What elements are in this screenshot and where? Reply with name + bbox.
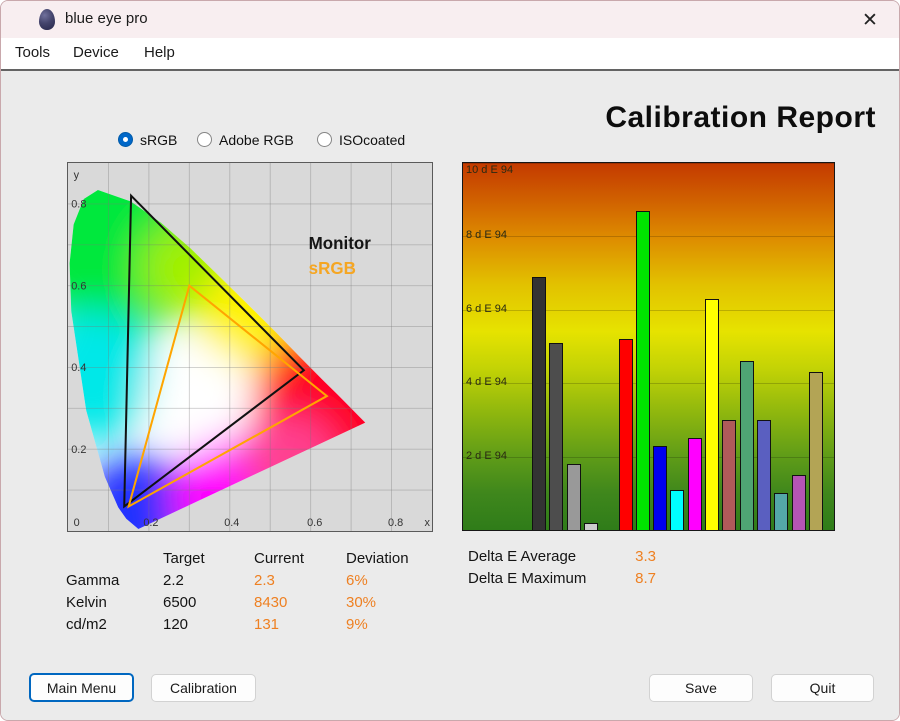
delta-e-bar-blue <box>653 446 667 530</box>
col-deviation: Deviation <box>346 550 436 567</box>
legend-monitor: Monitor <box>309 234 372 253</box>
delta-e-bar-black <box>532 277 546 530</box>
cie-legend: Monitor sRGB <box>309 234 372 278</box>
delta-e-bar-cyan <box>670 490 684 530</box>
radio-isocoated-circle[interactable] <box>317 132 332 147</box>
delta-e-bar-khaki <box>809 372 823 530</box>
cie-xtick-06: 0.6 <box>307 517 322 529</box>
row-gamma-current: 2.3 <box>254 572 346 589</box>
radio-srgb[interactable]: sRGB <box>118 131 177 148</box>
bar-axis-tick: 10 d E 94 <box>466 164 513 176</box>
delta-e-bar-orchid <box>792 475 806 530</box>
delta-e-average-row: Delta E Average 3.3 <box>468 548 656 565</box>
cie-origin: 0 <box>74 517 80 529</box>
calibration-button[interactable]: Calibration <box>151 674 256 702</box>
row-kelvin-target: 6500 <box>163 594 254 611</box>
cie-ytick-06: 0.6 <box>71 280 86 292</box>
row-gamma-target: 2.2 <box>163 572 254 589</box>
delta-e-bar-red <box>619 339 633 530</box>
cie-ytick-04: 0.4 <box>71 362 86 374</box>
legend-srgb: sRGB <box>309 259 356 278</box>
delta-e-bar-yellow <box>705 299 719 530</box>
bar-axis-tick: 6 d E 94 <box>466 303 507 315</box>
radio-adobe-rgb-circle[interactable] <box>197 132 212 147</box>
delta-e-bar-dark-gray <box>549 343 563 530</box>
app-icon <box>39 9 55 30</box>
delta-e-bar-magenta <box>688 438 702 530</box>
cie-xtick-02: 0.2 <box>143 517 158 529</box>
delta-e-bar-brick-red <box>722 420 736 530</box>
menu-tools[interactable]: Tools <box>15 44 50 61</box>
cie-ytick-08: 0.8 <box>71 199 86 211</box>
cie-xtick-08: 0.8 <box>388 517 403 529</box>
cie-xlabel: x <box>425 517 431 529</box>
radio-isocoated[interactable]: ISOcoated <box>317 131 405 148</box>
bar-axis-tick: 8 d E 94 <box>466 229 507 241</box>
radio-srgb-label: sRGB <box>140 132 177 148</box>
cie-xtick-04: 0.4 <box>224 517 239 529</box>
cie-ylabel: y <box>74 169 80 181</box>
row-cdm2-label: cd/m2 <box>66 616 163 633</box>
bar-axis-tick: 2 d E 94 <box>466 450 507 462</box>
app-title: blue eye pro <box>65 10 148 27</box>
close-icon[interactable]: ✕ <box>853 6 887 34</box>
menu-bar: Tools Device Help <box>1 38 899 69</box>
radio-adobe-rgb[interactable]: Adobe RGB <box>197 131 294 148</box>
title-bar: blue eye pro ✕ <box>1 1 899 38</box>
delta-e-bar-light-gray <box>584 523 598 530</box>
delta-e-bar-gray <box>567 464 581 530</box>
bar-grid-line <box>463 163 834 164</box>
row-kelvin-label: Kelvin <box>66 594 163 611</box>
spectral-locus <box>68 163 432 531</box>
delta-e-bar-slate-blue <box>757 420 771 530</box>
row-cdm2-deviation: 9% <box>346 616 436 633</box>
page-title: Calibration Report <box>605 101 876 135</box>
row-cdm2-current: 131 <box>254 616 346 633</box>
delta-e-maximum-value: 8.7 <box>635 570 656 587</box>
delta-e-bar-green <box>636 211 650 530</box>
delta-e-average-value: 3.3 <box>635 548 656 565</box>
radio-isocoated-label: ISOcoated <box>339 132 405 148</box>
row-kelvin-current: 8430 <box>254 594 346 611</box>
col-target: Target <box>163 550 254 567</box>
cie-chart-svg: y 0.8 0.6 0.4 0.2 0 0.2 0.4 0.6 0.8 x Mo… <box>68 163 432 531</box>
row-cdm2-target: 120 <box>163 616 254 633</box>
col-current: Current <box>254 550 346 567</box>
quit-button[interactable]: Quit <box>771 674 874 702</box>
save-button[interactable]: Save <box>649 674 753 702</box>
delta-e-average-label: Delta E Average <box>468 548 631 565</box>
measurements-table: Target Current Deviation Gamma 2.2 2.3 6… <box>66 547 436 635</box>
delta-e-bar-sea-green <box>740 361 754 530</box>
radio-adobe-rgb-label: Adobe RGB <box>219 132 294 148</box>
delta-e-maximum-row: Delta E Maximum 8.7 <box>468 570 656 587</box>
delta-e-maximum-label: Delta E Maximum <box>468 570 631 587</box>
row-gamma-label: Gamma <box>66 572 163 589</box>
delta-e-bar-plot: 10 d E 94 8 d E 94 6 d E 94 4 d E 94 2 d E 9… <box>462 162 835 531</box>
app-window: blue eye pro ✕ Tools Device Help sRGB Ad… <box>0 0 900 721</box>
cie-chromaticity-chart: y 0.8 0.6 0.4 0.2 0 0.2 0.4 0.6 0.8 x Mo… <box>67 162 433 532</box>
main-menu-button[interactable]: Main Menu <box>29 673 134 702</box>
bar-axis-tick: 4 d E 94 <box>466 376 507 388</box>
delta-e-bar-teal <box>774 493 788 530</box>
radio-srgb-circle[interactable] <box>118 132 133 147</box>
menu-device[interactable]: Device <box>73 44 119 61</box>
row-kelvin-deviation: 30% <box>346 594 436 611</box>
menu-help[interactable]: Help <box>144 44 175 61</box>
cie-ytick-02: 0.2 <box>71 444 86 456</box>
row-gamma-deviation: 6% <box>346 572 436 589</box>
